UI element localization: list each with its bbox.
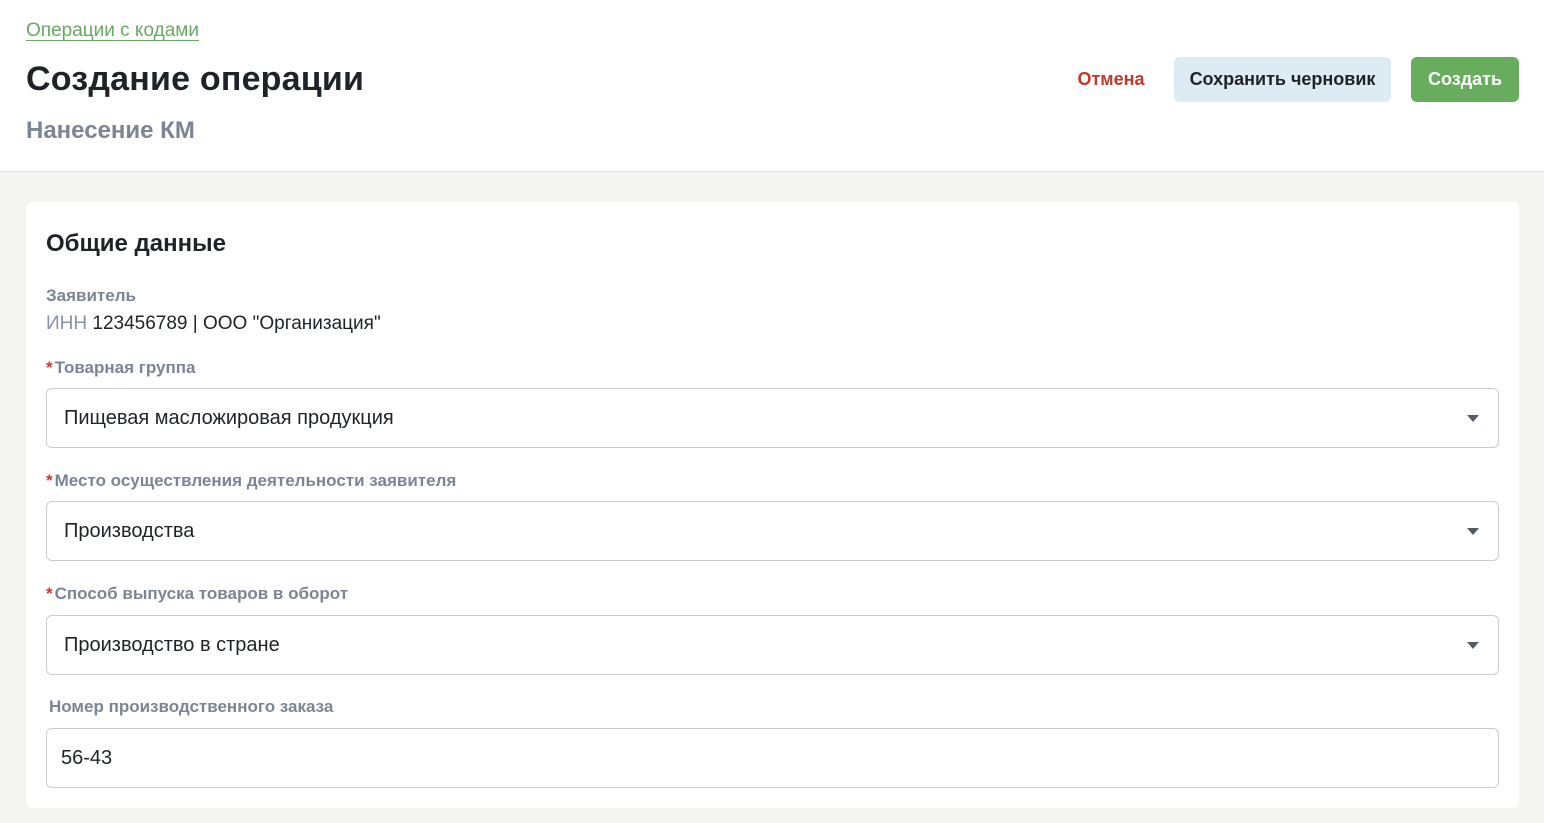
applicant-label: Заявитель [46,286,136,305]
release-method-value: Производство в стране [64,633,280,656]
release-method-select[interactable]: Производство в стране [46,615,1499,675]
activity-place-label-text: Место осуществления деятельности заявите… [54,471,457,490]
breadcrumb-link[interactable]: Операции с кодами [26,20,199,42]
applicant-details: 123456789 | ООО "Организация" [92,313,381,334]
order-number-label: Номер производственного заказа [49,697,334,716]
activity-place-value: Производства [64,519,195,542]
chevron-down-icon [1467,642,1479,649]
chevron-down-icon [1467,415,1479,422]
activity-place-select[interactable]: Производства [46,501,1499,561]
activity-place-label: * Место осуществления деятельности заявит… [46,471,456,491]
product-group-label: * Товарная группа [46,358,195,378]
product-group-select[interactable]: Пищевая масложировая продукция [46,388,1499,448]
inn-prefix: ИНН [46,313,88,334]
order-number-input[interactable]: 56-43 [46,728,1499,788]
save-draft-button[interactable]: Сохранить черновик [1174,57,1391,102]
required-mark: * [46,358,53,377]
release-method-label-text: Способ выпуска товаров в оборот [54,584,349,603]
page-header: Операции с кодами Создание операции Нане… [0,0,1544,172]
release-method-label: * Способ выпуска товаров в оборот [46,584,348,604]
general-data-card: Общие данные Заявитель ИНН 123456789 | О… [26,202,1519,808]
required-mark: * [46,584,53,603]
product-group-value: Пищевая масложировая продукция [64,406,394,429]
page-title: Создание операции [26,60,365,98]
product-group-label-text: Товарная группа [54,358,196,377]
create-button[interactable]: Создать [1411,57,1519,102]
section-title: Общие данные [46,230,226,257]
page-subtitle: Нанесение КМ [26,117,195,144]
cancel-button[interactable]: Отмена [1062,57,1160,102]
applicant-value: ИНН 123456789 | ООО "Организация" [46,313,381,335]
order-number-value: 56-43 [61,746,113,769]
required-mark: * [46,471,53,490]
chevron-down-icon [1467,528,1479,535]
